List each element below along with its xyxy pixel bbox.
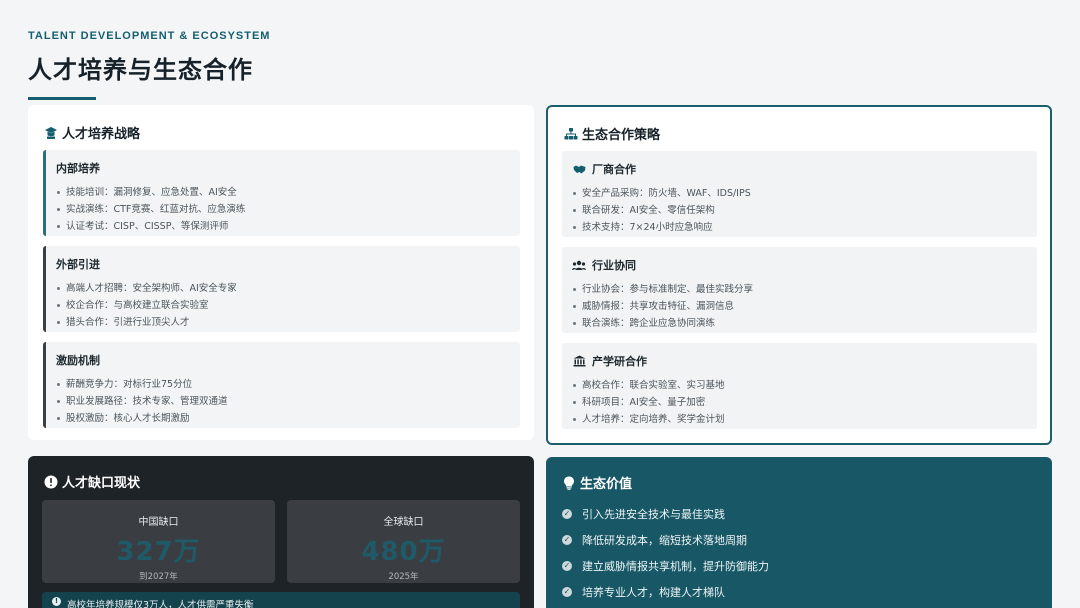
ecosystem-strategy-heading: 生态合作策略 — [564, 124, 660, 143]
ecosystem-block-industry: 行业协同 行业协会：参与标准制定、最佳实践分享 威胁情报：共享攻击特征、漏洞信息… — [562, 247, 1037, 333]
stat-card-china: 中国缺口 327万 到2027年 — [42, 500, 275, 583]
block-title: 厂商合作 — [572, 161, 1027, 177]
stat-label: 中国缺口 — [138, 517, 179, 528]
ecosystem-strategy-title: 生态合作策略 — [582, 128, 661, 143]
talent-block-incentive: 激励机制 薪酬竞争力：对标行业75分位 职业发展路径：技术专家、管理双通道 股权… — [43, 342, 520, 428]
title-underline — [28, 97, 96, 100]
talent-strategy-heading: 人才培养战略 — [44, 123, 140, 142]
ecosystem-value-title: 生态价值 — [580, 477, 633, 492]
list-item: 联合演练：跨企业应急协同演练 — [572, 315, 1027, 332]
value-item: ✓ 降低研发成本，缩短技术落地周期 — [562, 527, 769, 553]
stat-subtext: 到2027年 — [139, 572, 178, 582]
check-circle-icon: ✓ — [562, 535, 572, 545]
talent-gap-panel: 人才缺口现状 中国缺口 327万 到2027年 全球缺口 480万 2025年 … — [28, 456, 534, 608]
stat-card-global: 全球缺口 480万 2025年 — [287, 500, 520, 583]
list-item: 安全产品采购：防火墙、WAF、IDS/IPS — [572, 185, 1027, 202]
value-item-text: 培养专业人才，构建人才梯队 — [582, 586, 725, 599]
page-eyebrow: TALENT DEVELOPMENT & ECOSYSTEM — [28, 30, 271, 42]
check-circle-icon: ✓ — [562, 561, 572, 571]
block-title: 内部培养 — [56, 162, 100, 175]
value-item-text: 建立威胁情报共享机制，提升防御能力 — [582, 560, 769, 573]
alert-icon — [44, 475, 58, 489]
value-item-text: 引入先进安全技术与最佳实践 — [582, 508, 725, 521]
list-item: 高校合作：联合实验室、实习基地 — [572, 377, 1027, 394]
stat-label: 全球缺口 — [383, 517, 424, 528]
stat-value: 480万 — [361, 537, 446, 567]
ecosystem-value-panel: 生态价值 ✓ 引入先进安全技术与最佳实践 ✓ 降低研发成本，缩短技术落地周期 ✓… — [546, 457, 1052, 608]
gap-note: ! 高校年培养规模仅3万人，人才供需严重失衡 — [42, 592, 520, 608]
ecosystem-strategy-card: 生态合作策略 厂商合作 安全产品采购：防火墙、WAF、IDS/IPS 联合研发：… — [546, 105, 1052, 445]
block-title: 行业协同 — [572, 257, 1027, 273]
gap-note-text: 高校年培养规模仅3万人，人才供需严重失衡 — [67, 600, 254, 608]
handshake-icon — [572, 162, 586, 176]
lightbulb-icon — [562, 476, 576, 490]
institution-icon — [572, 354, 586, 368]
list-item: 认证考试：CISP、CISSP、等保测评师 — [56, 218, 510, 235]
stat-subtext: 2025年 — [388, 572, 419, 582]
block-title: 激励机制 — [56, 354, 100, 367]
ecosystem-block-academia: 产学研合作 高校合作：联合实验室、实习基地 科研项目：AI安全、量子加密 人才培… — [562, 343, 1037, 429]
list-item: 高端人才招聘：安全架构师、AI安全专家 — [56, 280, 510, 297]
ecosystem-block-vendor: 厂商合作 安全产品采购：防火墙、WAF、IDS/IPS 联合研发：AI安全、零信… — [562, 151, 1037, 237]
value-item: ✓ 引入先进安全技术与最佳实践 — [562, 501, 769, 527]
list-item: 行业协会：参与标准制定、最佳实践分享 — [572, 281, 1027, 298]
talent-block-internal: 内部培养 技能培训：漏洞修复、应急处置、AI安全 实战演练：CTF竞赛、红蓝对抗… — [43, 150, 520, 236]
list-item: 股权激励：核心人才长期激励 — [56, 410, 510, 427]
value-item: ✓ 建立威胁情报共享机制，提升防御能力 — [562, 553, 769, 579]
stat-value: 327万 — [116, 537, 201, 567]
value-item: ✓ 培养专业人才，构建人才梯队 — [562, 579, 769, 605]
list-item: 职业发展路径：技术专家、管理双通道 — [56, 393, 510, 410]
talent-strategy-card: 人才培养战略 内部培养 技能培训：漏洞修复、应急处置、AI安全 实战演练：CTF… — [28, 105, 534, 440]
check-circle-icon: ✓ — [562, 587, 572, 597]
talent-gap-heading: 人才缺口现状 — [44, 472, 140, 491]
list-item: 校企合作：与高校建立联合实验室 — [56, 297, 510, 314]
list-item: 威胁情报：共享攻击特征、漏洞信息 — [572, 298, 1027, 315]
list-item: 技术支持：7×24小时应急响应 — [572, 219, 1027, 236]
value-item-text: 降低研发成本，缩短技术落地周期 — [582, 534, 747, 547]
ecosystem-value-heading: 生态价值 — [562, 473, 632, 492]
block-title: 产学研合作 — [572, 353, 1027, 369]
list-item: 科研项目：AI安全、量子加密 — [572, 394, 1027, 411]
block-title: 外部引进 — [56, 258, 100, 271]
check-circle-icon: ✓ — [562, 509, 572, 519]
list-item: 猎头合作：引进行业顶尖人才 — [56, 314, 510, 331]
list-item: 人才培养：定向培养、奖学金计划 — [572, 411, 1027, 428]
talent-block-external: 外部引进 高端人才招聘：安全架构师、AI安全专家 校企合作：与高校建立联合实验室… — [43, 246, 520, 332]
list-item: 实战演练：CTF竞赛、红蓝对抗、应急演练 — [56, 201, 510, 218]
network-icon — [564, 127, 578, 141]
talent-strategy-title: 人才培养战略 — [62, 127, 141, 142]
block-title-text: 厂商合作 — [592, 163, 636, 176]
page-header: TALENT DEVELOPMENT & ECOSYSTEM 人才培养与生态合作 — [28, 30, 270, 100]
block-title-text: 行业协同 — [592, 259, 636, 272]
info-icon: ! — [52, 597, 61, 606]
block-title-text: 产学研合作 — [592, 355, 647, 368]
users-icon — [572, 258, 586, 272]
page-title: 人才培养与生态合作 — [28, 56, 253, 84]
list-item: 薪酬竞争力：对标行业75分位 — [56, 376, 510, 393]
value-list: ✓ 引入先进安全技术与最佳实践 ✓ 降低研发成本，缩短技术落地周期 ✓ 建立威胁… — [562, 501, 769, 605]
talent-gap-title: 人才缺口现状 — [62, 476, 141, 491]
list-item: 技能培训：漏洞修复、应急处置、AI安全 — [56, 184, 510, 201]
list-item: 联合研发：AI安全、零信任架构 — [572, 202, 1027, 219]
graduate-icon — [44, 126, 58, 140]
